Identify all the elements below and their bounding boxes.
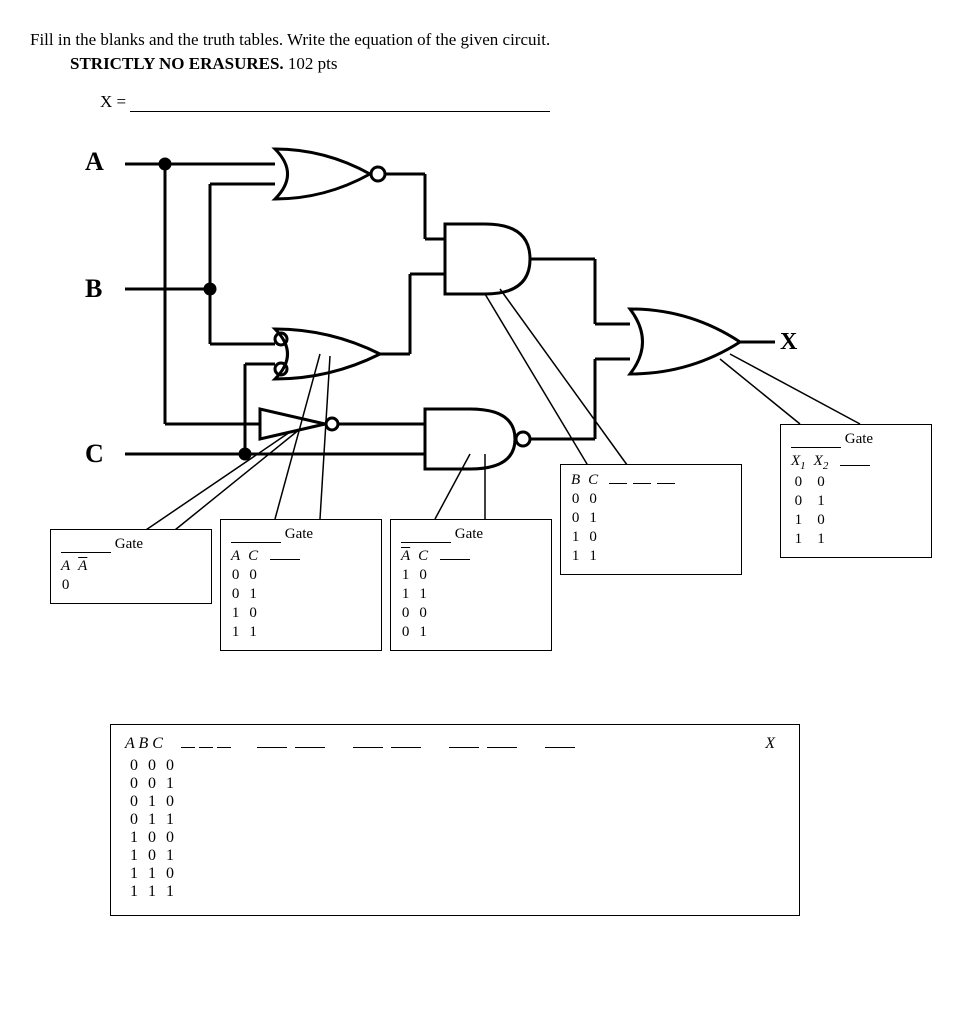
restriction: STRICTLY NO ERASURES. 102 pts	[70, 54, 934, 74]
circuit-diagram: A B C X Gate AA 0 Gate AC 00 01 10 11 Ga…	[30, 124, 930, 724]
equation-line[interactable]: X =	[100, 92, 934, 112]
output-label-x: X	[780, 329, 797, 356]
input-label-b: B	[85, 274, 102, 304]
truth-table-not[interactable]: Gate AA 0	[50, 529, 212, 604]
truth-table-bc[interactable]: BC 00 01 10 11	[560, 464, 742, 575]
full-truth-table[interactable]: A B C X 000 001 010 011 100 101 110 111	[110, 724, 800, 916]
truth-table-abar-c[interactable]: Gate AC 10 11 00 01	[390, 519, 552, 651]
input-label-a: A	[85, 147, 104, 177]
truth-table-x1x2[interactable]: Gate X1X2 00 01 10 11	[780, 424, 932, 558]
input-label-c: C	[85, 439, 104, 469]
truth-table-ac[interactable]: Gate AC 00 01 10 11	[220, 519, 382, 651]
instructions: Fill in the blanks and the truth tables.…	[30, 30, 934, 50]
